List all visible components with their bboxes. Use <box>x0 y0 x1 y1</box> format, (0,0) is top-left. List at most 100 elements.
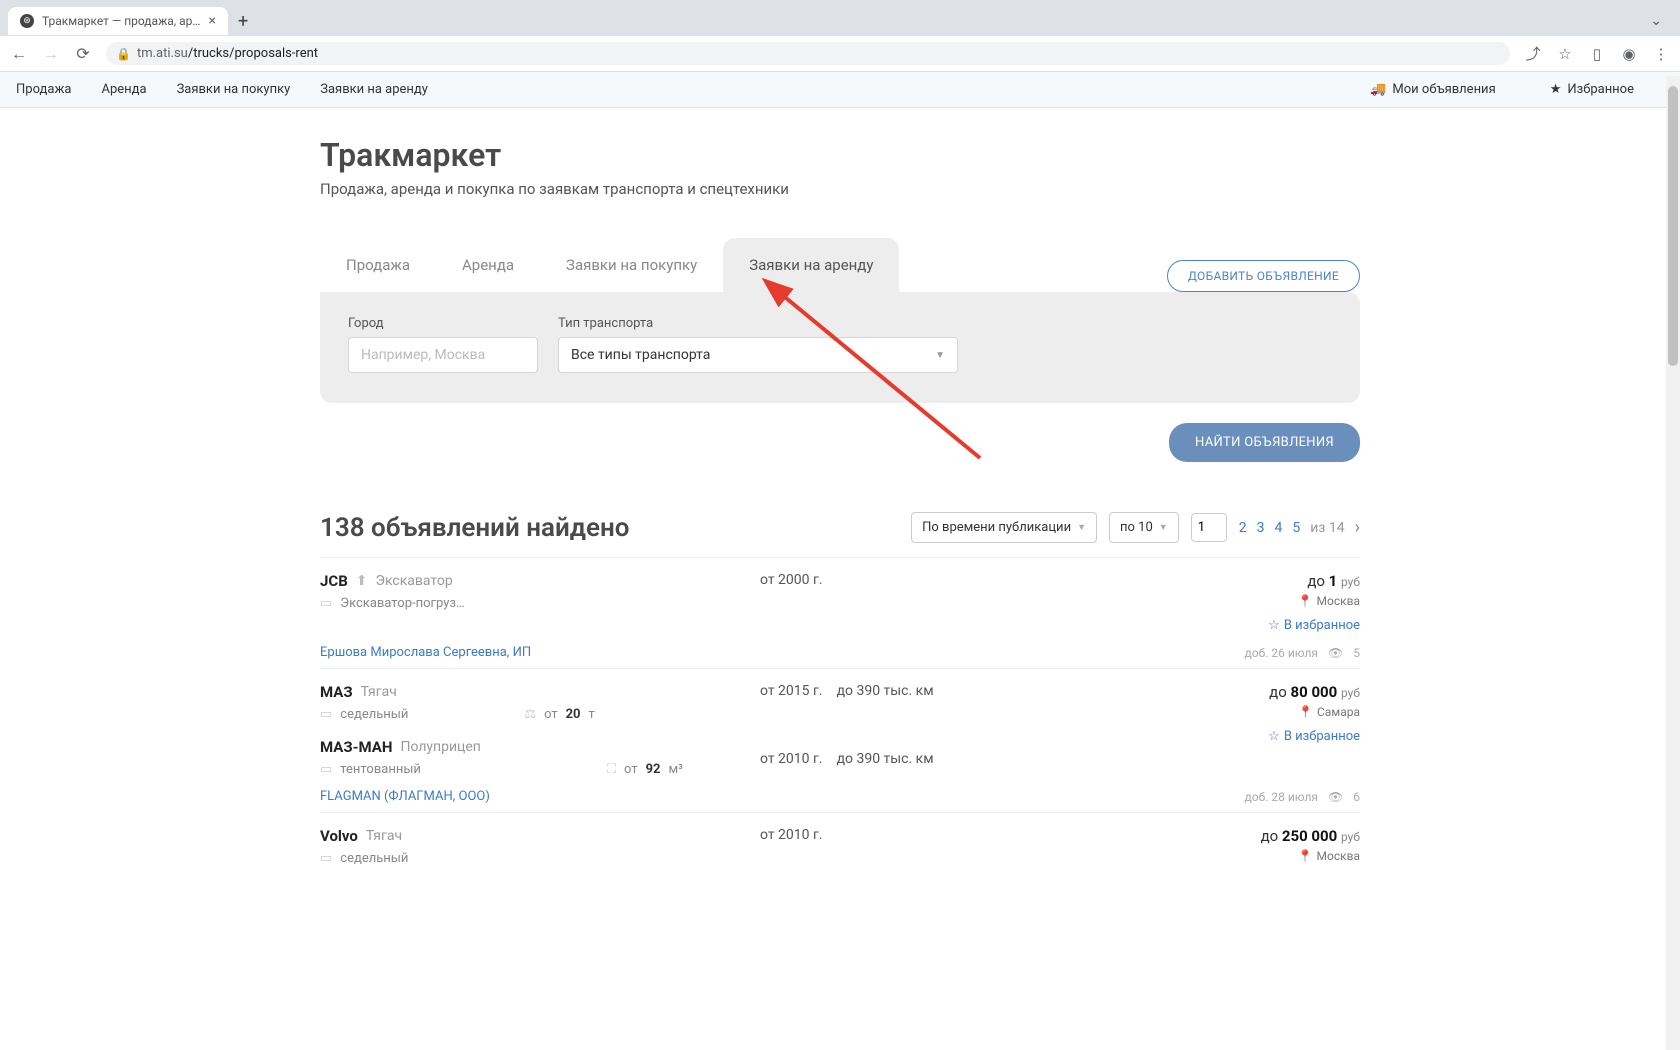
favicon-icon: ⊛ <box>20 14 34 28</box>
new-tab-button[interactable]: + <box>238 11 248 32</box>
sort-select[interactable]: По времени публикации▼ <box>911 512 1097 543</box>
page-link[interactable]: 4 <box>1274 520 1282 536</box>
type-value: Все типы транспорта <box>571 347 710 363</box>
nav-rent[interactable]: Аренда <box>101 82 146 97</box>
content-tabs: Продажа Аренда Заявки на покупку Заявки … <box>320 238 1360 292</box>
city-label: Город <box>348 316 538 331</box>
listing-subtype: тентованный <box>340 762 421 777</box>
per-page-select[interactable]: по 10▼ <box>1109 512 1179 543</box>
site-nav: Продажа Аренда Заявки на покупку Заявки … <box>0 72 1680 108</box>
city-input[interactable] <box>348 337 538 373</box>
panel-icon[interactable]: ▯ <box>1588 45 1606 63</box>
tab-rent-requests[interactable]: Заявки на аренду <box>723 238 899 292</box>
listing-subtype: Экскаватор-погруз… <box>340 596 464 611</box>
page-title: Тракмаркет <box>320 136 1360 174</box>
listing-type: Тягач <box>366 828 402 844</box>
page-input[interactable] <box>1191 513 1227 542</box>
pagination: 2 3 4 5 из 14 › <box>1239 517 1360 538</box>
listing-subtype: седельный <box>340 851 408 866</box>
page-link[interactable]: 5 <box>1292 520 1300 536</box>
tab-title: Тракмаркет — продажа, арен… <box>42 14 201 28</box>
star-icon: ★ <box>1550 82 1562 97</box>
listing-year: от 2010 г. <box>760 751 823 767</box>
page-link[interactable]: 3 <box>1257 520 1265 536</box>
browser-tab[interactable]: ⊛ Тракмаркет — продажа, арен… × <box>8 7 228 35</box>
favorite-button[interactable]: ☆В избранное <box>1140 618 1360 633</box>
my-ads-link[interactable]: 🚚Мои объявления <box>1370 82 1495 97</box>
weight-icon: ⚖ <box>524 707 536 722</box>
nav-rent-requests[interactable]: Заявки на аренду <box>320 82 428 97</box>
type-label: Тип транспорта <box>558 316 958 331</box>
added-date: доб. 28 июля <box>1245 790 1319 804</box>
views-count: 5 <box>1353 646 1360 660</box>
nav-buy-requests[interactable]: Заявки на покупку <box>177 82 291 97</box>
chevron-down-icon: ▼ <box>1077 522 1086 533</box>
listing-km: до 390 тыс. км <box>837 683 934 699</box>
tab-buy-requests[interactable]: Заявки на покупку <box>540 238 723 292</box>
pin-icon: 📍 <box>1298 849 1313 863</box>
listing-type: Тягач <box>361 684 397 700</box>
listing-brand: МАЗ-МАН <box>320 738 392 756</box>
back-button[interactable]: ← <box>10 44 28 64</box>
page-content: Тракмаркет Продажа, аренда и покупка по … <box>290 108 1390 914</box>
next-page-button[interactable]: › <box>1355 517 1360 538</box>
close-icon[interactable]: × <box>209 13 216 29</box>
url-bar[interactable]: 🔒 tm.ati.su/trucks/proposals-rent <box>106 42 1510 65</box>
truck-icon: ▭ <box>320 596 332 611</box>
page-subtitle: Продажа, аренда и покупка по заявкам тра… <box>320 180 1360 198</box>
truck-icon: ▭ <box>320 762 332 777</box>
listing-type: Экскаватор <box>376 573 453 589</box>
listing-item[interactable]: МАЗ Тягач ▭ седельный ⚖ от 20 т МАЗ-МАН … <box>320 668 1360 812</box>
scrollbar[interactable] <box>1666 76 1680 1050</box>
tab-rent[interactable]: Аренда <box>436 238 540 292</box>
listing-year: от 2010 г. <box>760 827 823 843</box>
toolbar-icons: ⤴ ☆ ▯ ◉ ⋮ <box>1524 43 1670 64</box>
eye-icon: 👁 <box>1328 790 1343 804</box>
added-date: доб. 26 июля <box>1245 646 1319 660</box>
listings: JCB ⬆ Экскаватор ▭ Экскаватор-погруз… от… <box>320 557 1360 874</box>
bookmark-icon[interactable]: ☆ <box>1556 45 1574 63</box>
results-count: 138 объявлений найдено <box>320 513 899 543</box>
eye-icon: 👁 <box>1328 646 1343 660</box>
search-button[interactable]: НАЙТИ ОБЪЯВЛЕНИЯ <box>1169 423 1360 462</box>
pin-icon: 📍 <box>1298 705 1313 719</box>
star-outline-icon: ☆ <box>1268 618 1280 633</box>
page-of: из 14 <box>1310 520 1344 536</box>
chevron-down-icon: ▼ <box>935 350 945 361</box>
chevron-down-icon[interactable]: ⌄ <box>1650 13 1662 29</box>
tab-bar: ⊛ Тракмаркет — продажа, арен… × + ⌄ <box>0 0 1680 36</box>
listing-subtype: седельный <box>340 707 408 722</box>
filter-panel: Город Тип транспорта Все типы транспорта… <box>320 292 1360 403</box>
address-bar: ← → ⟳ 🔒 tm.ati.su/trucks/proposals-rent … <box>0 36 1680 72</box>
tab-sale[interactable]: Продажа <box>320 238 436 292</box>
chevron-down-icon: ▼ <box>1159 522 1168 533</box>
listing-item[interactable]: JCB ⬆ Экскаватор ▭ Экскаватор-погруз… от… <box>320 557 1360 668</box>
reload-button[interactable]: ⟳ <box>74 44 92 63</box>
listing-year: от 2000 г. <box>760 572 823 588</box>
listing-km: до 390 тыс. км <box>837 751 934 767</box>
truck-icon: ▭ <box>320 707 332 722</box>
volume-icon: ⛶ <box>607 762 616 777</box>
forward-button[interactable]: → <box>42 44 60 64</box>
profile-icon[interactable]: ◉ <box>1620 45 1638 63</box>
pin-icon: 📍 <box>1298 594 1313 608</box>
menu-icon[interactable]: ⋮ <box>1652 45 1670 63</box>
seller-link[interactable]: FLAGMAN (ФЛАГМАН, ООО) <box>320 789 760 804</box>
listing-brand: JCB <box>320 572 348 590</box>
favorite-button[interactable]: ☆В избранное <box>1140 729 1360 744</box>
share-icon[interactable]: ⤴ <box>1524 43 1542 64</box>
listing-year: от 2015 г. <box>760 683 823 699</box>
page-link[interactable]: 2 <box>1239 520 1247 536</box>
listing-brand: МАЗ <box>320 683 353 701</box>
scrollbar-thumb[interactable] <box>1668 86 1678 366</box>
seller-link[interactable]: Ершова Мирослава Сергеевна, ИП <box>320 645 760 660</box>
star-outline-icon: ☆ <box>1268 729 1280 744</box>
favorites-link[interactable]: ★Избранное <box>1550 82 1634 97</box>
nav-sale[interactable]: Продажа <box>16 82 71 97</box>
add-listing-button[interactable]: ДОБАВИТЬ ОБЪЯВЛЕНИЕ <box>1167 260 1360 292</box>
browser-chrome: ⊛ Тракмаркет — продажа, арен… × + ⌄ ← → … <box>0 0 1680 72</box>
results-bar: 138 объявлений найдено По времени публик… <box>320 512 1360 543</box>
truck-icon: ▭ <box>320 851 332 866</box>
type-select[interactable]: Все типы транспорта ▼ <box>558 337 958 373</box>
listing-item[interactable]: Volvo Тягач ▭ седельный от 2010 г. до 25… <box>320 812 1360 874</box>
